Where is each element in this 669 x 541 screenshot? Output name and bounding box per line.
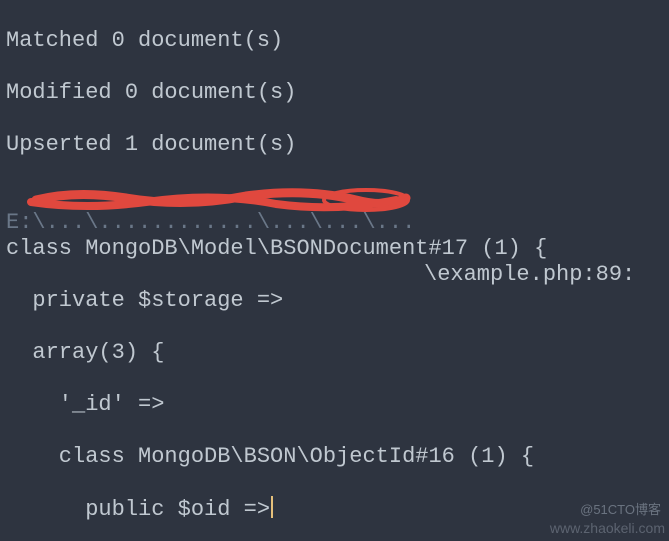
watermark-site: www.zhaokeli.com [550, 515, 665, 541]
text-cursor [271, 496, 273, 518]
id-key: '_id' => [6, 392, 663, 418]
class-declaration: class MongoDB\Model\BSONDocument#17 (1) … [6, 236, 663, 262]
upserted-line: Upserted 1 document(s) [6, 132, 663, 158]
matched-line: Matched 0 document(s) [6, 28, 663, 54]
redacted-background-text: E:\...\............\...\...\... [6, 210, 415, 236]
array-open: array(3) { [6, 340, 663, 366]
path-suffix: \example.php:89: [424, 262, 635, 288]
oid-text: public $oid => [6, 497, 270, 522]
redaction-mark-icon [16, 188, 416, 212]
modified-line: Modified 0 document(s) [6, 80, 663, 106]
redacted-path-line: E:\...\............\...\...\... \example… [6, 184, 663, 210]
storage-property: private $storage => [6, 288, 663, 314]
objectid-class: class MongoDB\BSON\ObjectId#16 (1) { [6, 444, 663, 470]
terminal-output: Matched 0 document(s) Modified 0 documen… [0, 0, 669, 541]
